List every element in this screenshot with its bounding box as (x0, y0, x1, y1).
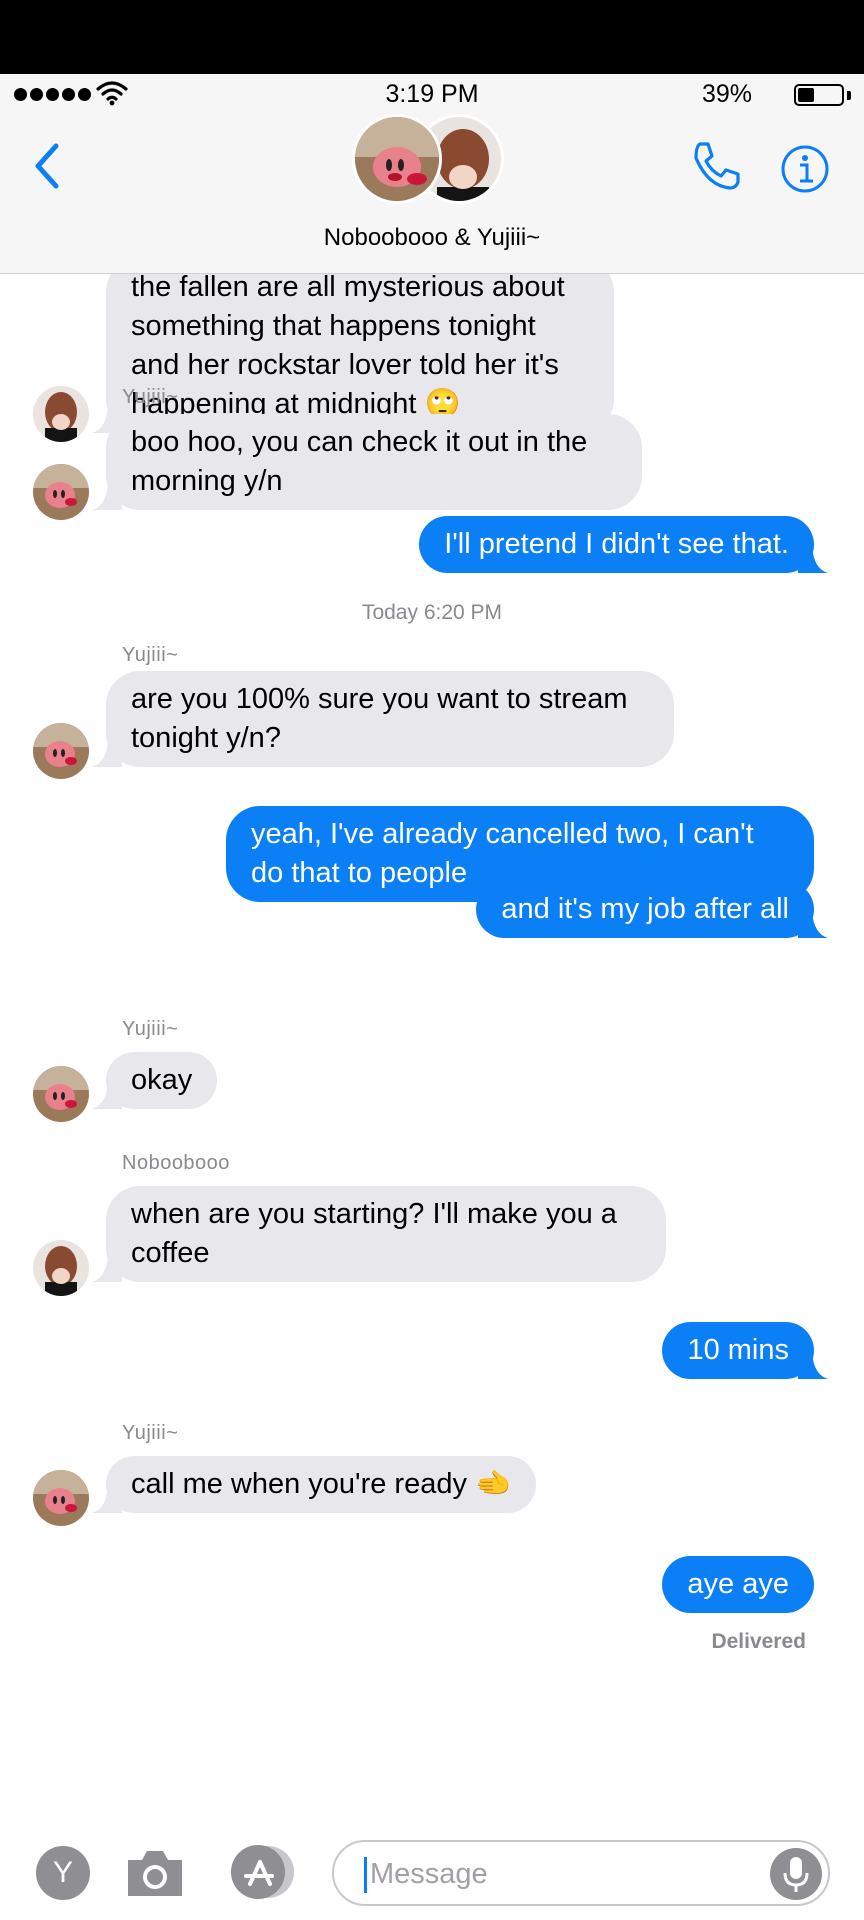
incoming-message[interactable]: when are you starting? I'll make you a c… (92, 1186, 666, 1282)
yujiii-avatar (33, 1066, 89, 1122)
app-store-icon[interactable] (224, 1844, 300, 1900)
message-text: aye aye (687, 1568, 789, 1600)
y-app-button[interactable]: Y (36, 1846, 90, 1900)
sender-name: Yujiii~ (122, 1422, 179, 1444)
back-chevron-icon[interactable] (26, 138, 66, 194)
noboobooo-avatar (33, 1240, 89, 1296)
message-text: okay (131, 1064, 193, 1096)
message-text: are you 100% sure you want to stream ton… (131, 683, 628, 754)
message-text: the fallen are all mysterious about some… (131, 274, 565, 420)
status-bar: 3:19 PM 39% (0, 74, 864, 114)
battery-icon (794, 84, 844, 106)
message-text: call me when you're ready 🫲 (131, 1468, 512, 1500)
outgoing-message[interactable]: aye aye (662, 1556, 814, 1613)
message-text: I'll pretend I didn't see that. (444, 528, 789, 560)
info-icon[interactable] (780, 144, 830, 194)
phone-icon[interactable] (688, 138, 744, 194)
message-text: when are you starting? I'll make you a c… (131, 1198, 617, 1269)
message-field[interactable] (332, 1840, 830, 1906)
camera-icon[interactable] (124, 1846, 186, 1900)
sender-name: Yujiii~ (122, 386, 179, 408)
battery-tip (847, 91, 851, 100)
contact-name[interactable]: Noboobooo & Yujiii~ (0, 224, 864, 252)
sender-name: Yujiii~ (122, 644, 179, 666)
microphone-icon[interactable] (770, 1848, 822, 1900)
sender-name: Noboobooo (122, 1152, 230, 1174)
conversation-header: Noboobooo & Yujiii~ (0, 114, 864, 274)
compose-bar: Y (0, 1818, 864, 1920)
text-cursor (364, 1857, 367, 1893)
outgoing-message[interactable]: I'll pretend I didn't see that. (419, 516, 828, 573)
incoming-message[interactable]: are you 100% sure you want to stream ton… (92, 671, 674, 767)
yujiii-avatar (352, 114, 442, 204)
battery-level (798, 88, 814, 102)
message-text: and it's my job after all (501, 893, 789, 925)
message-text: yeah, I've already cancelled two, I can'… (251, 818, 754, 889)
sender-name: Yujiii~ (122, 1018, 179, 1040)
incoming-message[interactable]: the fallen are all mysterious about some… (92, 274, 614, 433)
timestamp: Today 6:20 PM (361, 601, 503, 624)
battery-percent: 39% (701, 80, 752, 108)
incoming-message[interactable]: call me when you're ready 🫲 (92, 1456, 537, 1513)
yujiii-avatar (33, 1470, 89, 1526)
yujiii-avatar (33, 723, 89, 779)
group-avatars[interactable] (352, 114, 514, 210)
message-text: boo hoo, you can check it out in the mor… (131, 426, 588, 497)
incoming-message[interactable]: boo hoo, you can check it out in the mor… (92, 414, 642, 510)
message-input[interactable] (370, 1850, 750, 1898)
outgoing-message[interactable]: and it's my job after all (476, 881, 828, 938)
message-text: 10 mins (687, 1334, 789, 1366)
outgoing-message[interactable]: 10 mins (662, 1322, 828, 1379)
message-list[interactable]: the fallen are all mysterious about some… (0, 274, 864, 1818)
top-black-bar (0, 0, 864, 74)
yujiii-avatar (33, 464, 89, 520)
noboobooo-avatar (33, 386, 89, 442)
delivered-label: Delivered (711, 1630, 806, 1653)
incoming-message[interactable]: okay (92, 1052, 218, 1109)
